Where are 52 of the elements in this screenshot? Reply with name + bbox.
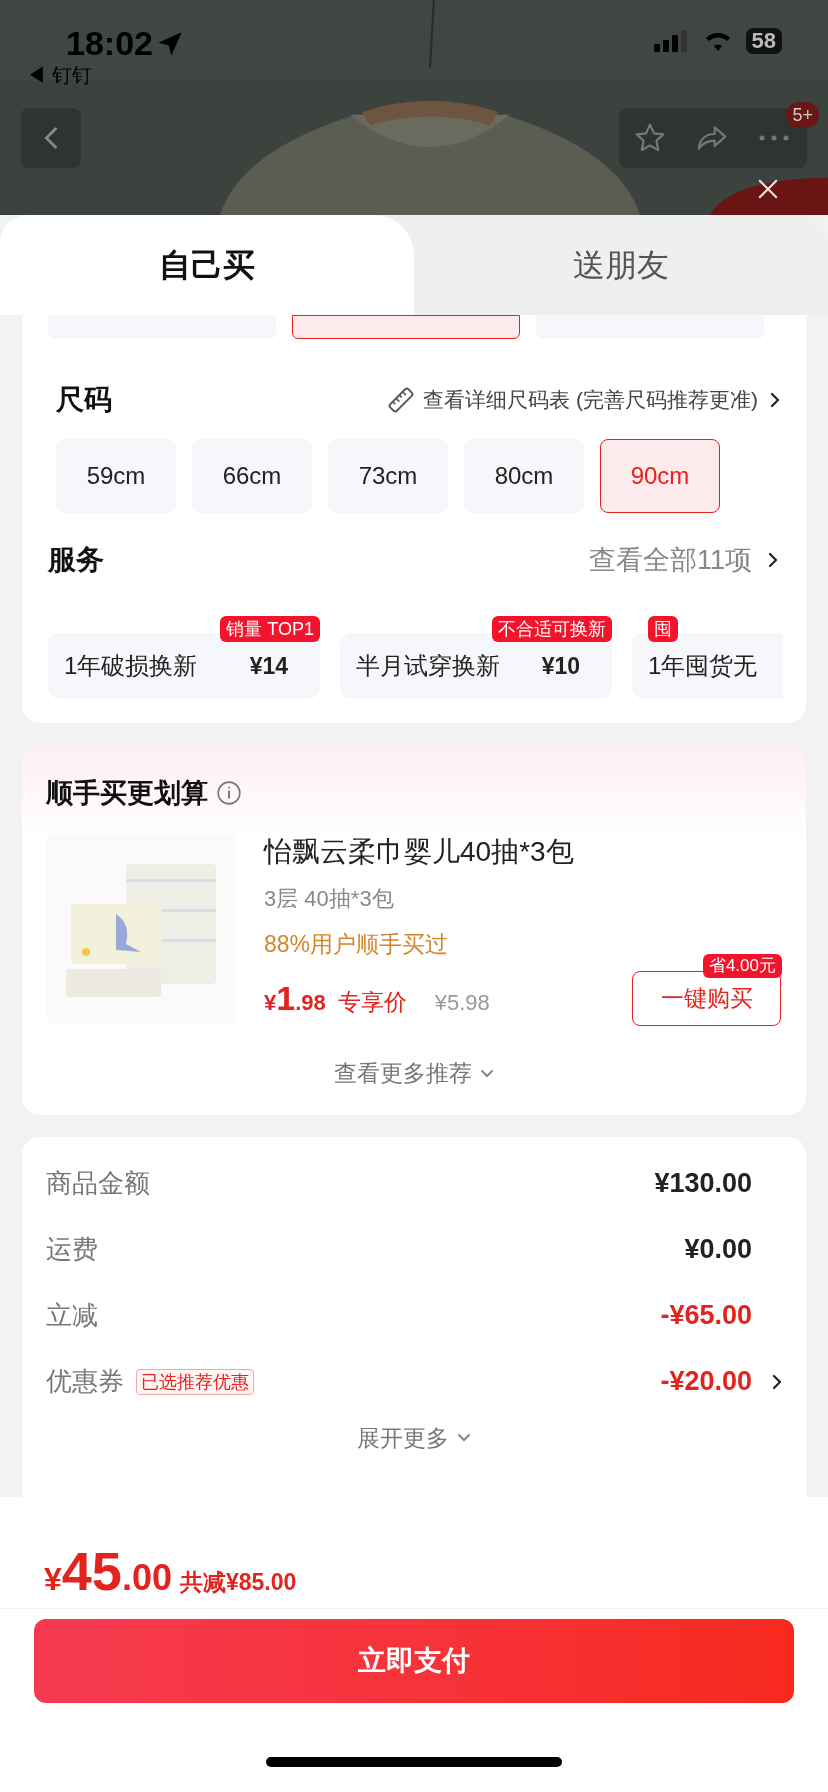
- view-all-services-link[interactable]: 查看全部11项: [588, 539, 778, 581]
- back-icon: [44, 126, 58, 150]
- section-title: 顺手买更划算: [46, 777, 208, 810]
- size-option[interactable]: 59cm: [56, 439, 176, 513]
- signal-icon: [653, 30, 690, 52]
- summary-value: ¥130.00: [654, 1167, 752, 1201]
- savings-tag: 省4.00元: [702, 954, 782, 978]
- size-option[interactable]: 90cm: [600, 439, 720, 513]
- tab[interactable]: 自己买: [0, 215, 414, 315]
- sale-price: ¥1.98: [264, 978, 326, 1019]
- chevron-right-icon: [768, 552, 778, 568]
- summary-label: 商品金额: [46, 1167, 150, 1200]
- summary-value: -¥20.00: [660, 1365, 752, 1399]
- more-icon: [759, 135, 789, 141]
- info-icon: [216, 780, 242, 807]
- back-button[interactable]: [21, 108, 81, 168]
- location-icon: [156, 30, 183, 57]
- size-chart-link[interactable]: 查看详细尺码表 (完善尺码推荐更准): [387, 384, 780, 416]
- summary-value: -¥65.00: [660, 1299, 752, 1333]
- section-title: 尺码: [56, 383, 112, 417]
- total-savings: 共减¥85.00: [179, 1568, 297, 1597]
- battery-icon: 58: [745, 28, 782, 54]
- size-option[interactable]: 66cm: [192, 439, 312, 513]
- summary-label: 优惠券: [46, 1365, 124, 1398]
- chevron-down-icon: [457, 1433, 471, 1443]
- summary-label: 运费: [46, 1233, 98, 1266]
- product-spec: 3层 40抽*3包: [264, 884, 395, 913]
- size-option[interactable]: 80cm: [464, 439, 584, 513]
- coupon-tag: 已选推荐优惠: [136, 1368, 254, 1395]
- color-option[interactable]: [292, 315, 520, 339]
- size-option[interactable]: 73cm: [328, 439, 448, 513]
- chevron-down-icon: [480, 1068, 494, 1078]
- notification-badge: 5+: [786, 102, 819, 128]
- price-label: 专享价: [337, 988, 407, 1017]
- total-price: ¥45.00: [44, 1540, 172, 1603]
- chevron-right-icon: [770, 392, 780, 408]
- original-price: ¥5.98: [434, 989, 490, 1017]
- summary-label: 立减: [46, 1299, 98, 1332]
- expand-more-button[interactable]: 展开更多: [357, 1420, 471, 1455]
- pay-button[interactable]: 立即支付: [34, 1619, 794, 1703]
- service-tag: 销量 TOP1: [220, 616, 320, 642]
- star-icon: [634, 122, 666, 154]
- more-recommendations-button[interactable]: 查看更多推荐: [334, 1056, 494, 1091]
- close-icon: [757, 178, 779, 200]
- product-name: 怡飘云柔巾婴儿40抽*3包: [264, 834, 575, 869]
- service-tag: 囤: [648, 616, 678, 642]
- chevron-right-icon[interactable]: [772, 1373, 782, 1390]
- summary-value: ¥0.00: [684, 1233, 752, 1267]
- service-tag: 不合适可换新: [492, 616, 612, 642]
- purchase-stat: 88%用户顺手买过: [264, 929, 450, 959]
- section-title: 服务: [48, 543, 104, 577]
- ruler-icon: [387, 386, 416, 414]
